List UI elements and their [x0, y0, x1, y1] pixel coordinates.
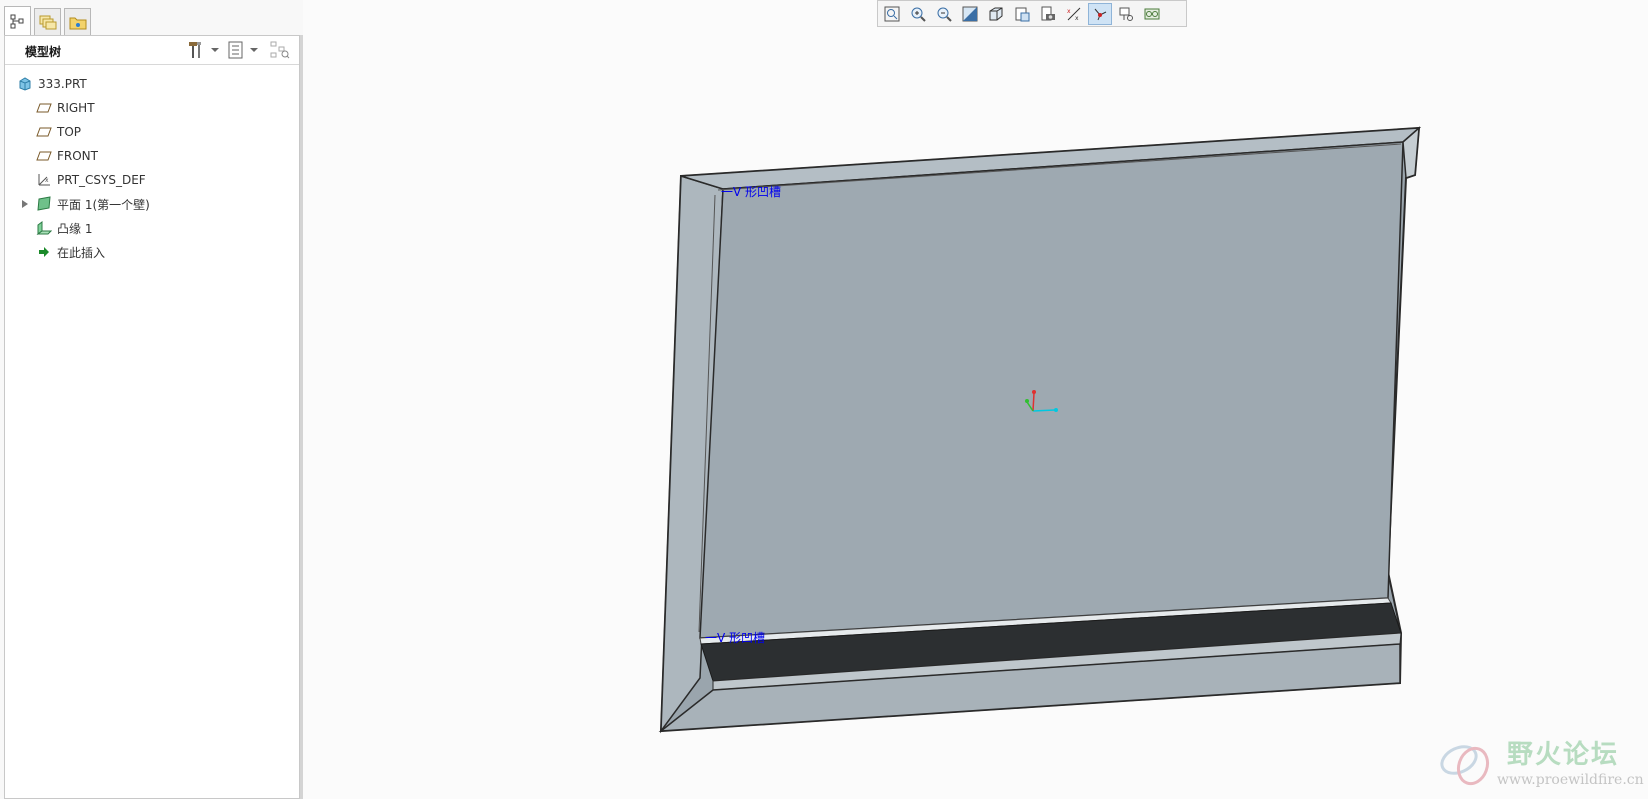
model-tree-pane: 模型树 333.PRT RIGHT TOP FRONT x PRT_CSYS_D…: [4, 35, 300, 799]
insert-here-arrow-icon: [36, 244, 52, 260]
display-style-icon: [989, 7, 1003, 20]
saved-views-icon: [1015, 7, 1030, 21]
tree-item-label: 平面 1(第一个壁): [57, 197, 150, 212]
saved-views-button[interactable]: [1010, 3, 1034, 25]
chevron-down-icon: [250, 48, 258, 52]
app-window: 模型树 333.PRT RIGHT TOP FRONT x PRT_CSYS_D…: [0, 0, 1648, 799]
part-icon: [17, 76, 33, 92]
tree-item-flange[interactable]: 凸缘 1: [5, 216, 299, 240]
datum-plane-icon: [36, 100, 52, 116]
planar-wall-icon: [36, 196, 52, 212]
coordinate-system-icon: x: [36, 172, 52, 188]
layers-icon: [39, 15, 56, 30]
zoom-in-button[interactable]: [906, 3, 930, 25]
repaint-icon: [962, 6, 978, 21]
v-notch-label-top[interactable]: 一V 形凹槽: [721, 183, 781, 200]
tree-item-part[interactable]: 333.PRT: [5, 72, 299, 96]
model-tree-icon: [10, 14, 23, 28]
refit-button[interactable]: [880, 3, 904, 25]
favorites-folder-icon: [69, 17, 86, 30]
tree-filter-icon: [270, 41, 290, 59]
tools-icon: [189, 42, 201, 58]
tree-settings-button[interactable]: [187, 40, 219, 60]
zoom-out-button[interactable]: [932, 3, 956, 25]
tree-item-label: RIGHT: [57, 101, 95, 115]
tree-item-csys[interactable]: x PRT_CSYS_DEF: [5, 168, 299, 192]
tree-item-front[interactable]: FRONT: [5, 144, 299, 168]
tab-model-tree[interactable]: [4, 6, 31, 36]
tab-layers[interactable]: [34, 8, 61, 35]
tree-item-right[interactable]: RIGHT: [5, 96, 299, 120]
flange-icon: [36, 220, 52, 236]
display-style-button[interactable]: [984, 3, 1008, 25]
tree-columns-icon: [228, 41, 243, 59]
tree-item-label: 凸缘 1: [57, 221, 93, 236]
model-view: [658, 126, 1422, 734]
tree-item-label: PRT_CSYS_DEF: [57, 173, 146, 187]
datum-points-toggle-icon: [1119, 7, 1133, 21]
main-inner-face: [699, 141, 1404, 639]
graphics-viewport[interactable]: 一V 形凹槽 一V 形凹槽: [303, 0, 1648, 799]
datum-plane-icon: [36, 148, 52, 164]
datum-planes-toggle-icon: xx: [1067, 7, 1081, 22]
datum-plane-icon: [36, 124, 52, 140]
watermark-logo-icon: [1440, 745, 1490, 786]
v-notch-label-bottom[interactable]: 一V 形凹槽: [705, 629, 765, 646]
svg-text:x: x: [1067, 8, 1071, 15]
zoom-in-icon: [911, 7, 926, 22]
refit-icon: [884, 6, 900, 21]
navigator-panel: 模型树 333.PRT RIGHT TOP FRONT x PRT_CSYS_D…: [0, 0, 303, 799]
tree-item-insert-here[interactable]: 在此插入: [5, 240, 299, 264]
csys-toggle-icon: [1144, 8, 1160, 19]
svg-text:x: x: [45, 177, 49, 184]
tree-item-label: TOP: [57, 125, 82, 139]
tab-favorites[interactable]: [64, 8, 91, 35]
datum-planes-toggle-button[interactable]: xx: [1062, 3, 1086, 25]
watermark-url: www.proewildfire.cn: [1497, 772, 1644, 788]
forum-watermark: 野火论坛 www.proewildfire.cn: [1437, 730, 1647, 796]
expand-arrow-icon[interactable]: [22, 200, 28, 208]
chevron-down-icon: [211, 48, 219, 52]
tree-item-planar-wall[interactable]: 平面 1(第一个壁): [5, 192, 299, 216]
tree-item-label: FRONT: [57, 149, 98, 163]
tree-item-label: 333.PRT: [38, 77, 87, 91]
tree-item-label: 在此插入: [57, 245, 106, 260]
graphics-toolbar: xx: [877, 0, 1187, 27]
view-manager-icon: [1041, 6, 1055, 20]
tree-filter-button[interactable]: [270, 40, 290, 60]
datum-axes-toggle-button[interactable]: [1088, 2, 1112, 25]
tree-show-button[interactable]: [228, 40, 258, 60]
repaint-button[interactable]: [958, 3, 982, 25]
csys-toggle-button[interactable]: [1140, 3, 1164, 25]
svg-text:x: x: [1075, 15, 1079, 22]
zoom-out-icon: [937, 7, 952, 22]
watermark-forum-name: 野火论坛: [1507, 740, 1620, 770]
datum-axes-toggle-icon: [1094, 8, 1107, 20]
view-manager-button[interactable]: [1036, 3, 1060, 25]
model-tree-title: 模型树: [25, 45, 62, 59]
tree-item-top[interactable]: TOP: [5, 120, 299, 144]
model-tree-header: 模型树: [5, 36, 299, 65]
model-tree-list: 333.PRT RIGHT TOP FRONT x PRT_CSYS_DEF 平…: [5, 72, 299, 264]
datum-points-toggle-button[interactable]: [1114, 3, 1138, 25]
